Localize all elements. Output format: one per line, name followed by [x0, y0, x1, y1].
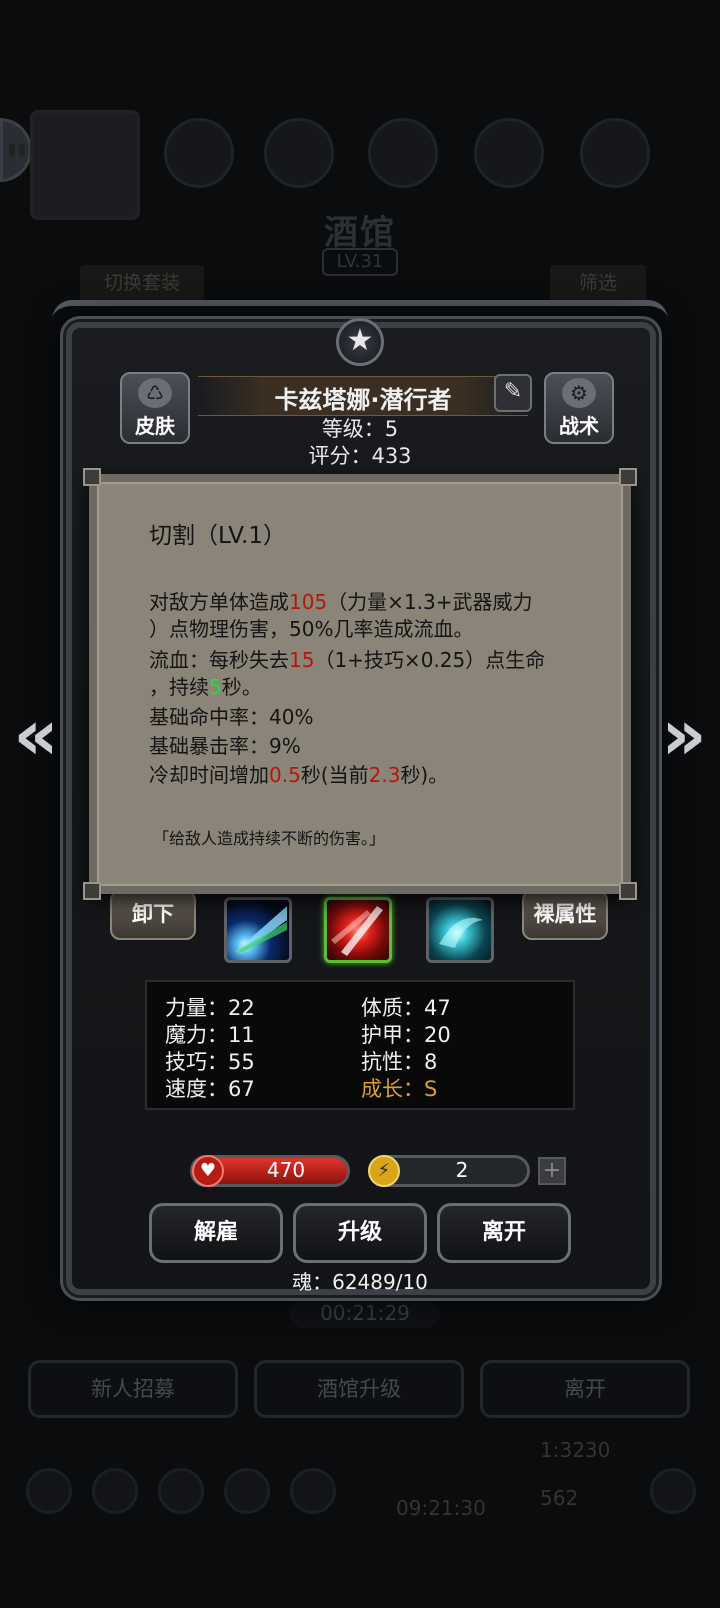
tooltip-corner — [619, 882, 637, 900]
skill-desc-line: ）点物理伤害，50%几率造成流血。 — [149, 617, 474, 641]
tavern-title: 酒馆 — [324, 213, 396, 253]
hero-level: 等级：5 — [321, 417, 399, 441]
shirt-icon: ♺ — [138, 378, 172, 408]
tavern-timer: 00:21:29 — [290, 1298, 440, 1328]
tactics-button-label: 战术 — [559, 414, 599, 438]
stat-magic: 魔力：11 — [165, 1023, 255, 1047]
leave-button[interactable]: 离开 — [437, 1203, 571, 1263]
gear-icon: ⚙ — [562, 378, 596, 408]
bg-equip-icon[interactable] — [368, 118, 438, 188]
skill-desc-line: 对敌方单体造成105（力量×1.3+武器威力 — [149, 590, 533, 614]
hero-portrait-bg[interactable] — [30, 110, 140, 220]
light-beam-skill-icon[interactable] — [224, 897, 292, 963]
energy-value: 2 — [455, 1158, 469, 1182]
dock-clock: 09:21:30 — [396, 1496, 486, 1520]
tooltip-corner — [83, 882, 101, 900]
soul-count: 魂：62489/10 — [292, 1270, 428, 1294]
skill-title: 切割（LV.1） — [149, 523, 287, 549]
upgrade-button[interactable]: 升级 — [293, 1203, 427, 1263]
skill-hit-rate: 基础命中率：40% — [149, 705, 314, 729]
cyan-swirl-skill-icon[interactable] — [426, 897, 494, 963]
heart-icon: ♥ — [192, 1155, 224, 1187]
dock-resource-a: 1:3230 — [540, 1438, 611, 1462]
skill-flavor-text: 「给敌人造成持续不断的伤害。」 — [153, 829, 386, 848]
recruit-button[interactable]: 新人招募 — [28, 1360, 238, 1418]
skill-desc-line: ，持续5秒。 — [149, 675, 262, 699]
stat-armor: 护甲：20 — [361, 1023, 451, 1047]
tactics-button[interactable]: ⚙ 战术 — [544, 372, 614, 444]
tooltip-corner — [83, 468, 101, 486]
top-icon-row — [30, 110, 690, 220]
lightning-icon: ⚡ — [368, 1155, 400, 1187]
dock-icon[interactable] — [26, 1468, 72, 1514]
skill-desc-line: 流血：每秒失去15（1+技巧×0.25）点生命 — [149, 648, 546, 672]
switch-outfit-button[interactable]: 切换套装 — [80, 265, 204, 301]
dock-plus-icon[interactable] — [650, 1468, 696, 1514]
bg-equip-icon[interactable] — [580, 118, 650, 188]
dismiss-button[interactable]: 解雇 — [149, 1203, 283, 1263]
bg-equip-icon[interactable] — [264, 118, 334, 188]
stat-strength: 力量：22 — [165, 996, 255, 1020]
stat-growth: 成长：S — [361, 1077, 438, 1101]
skill-crit-rate: 基础暴击率：9% — [149, 734, 301, 758]
skin-button[interactable]: ♺ 皮肤 — [120, 372, 190, 444]
stat-speed: 速度：67 — [165, 1077, 255, 1101]
leave-tavern-button[interactable]: 离开 — [480, 1360, 690, 1418]
stat-skill: 技巧：55 — [165, 1050, 255, 1074]
chat-bubble-button[interactable] — [0, 118, 32, 182]
skin-button-label: 皮肤 — [135, 414, 175, 438]
red-slash-skill-icon[interactable] — [324, 897, 392, 963]
next-hero-arrow-icon[interactable]: » — [656, 700, 712, 774]
hero-score: 评分：433 — [308, 444, 412, 468]
dock-icon[interactable] — [290, 1468, 336, 1514]
filter-button[interactable]: 筛选 — [550, 265, 646, 301]
bg-equip-icon[interactable] — [474, 118, 544, 188]
dock-icon[interactable] — [158, 1468, 204, 1514]
tavern-level: LV.31 — [322, 248, 398, 276]
stat-constitution: 体质：47 — [361, 996, 451, 1020]
dock-icon[interactable] — [224, 1468, 270, 1514]
bg-equip-icon[interactable] — [164, 118, 234, 188]
tooltip-corner — [619, 468, 637, 486]
hp-value: 470 — [266, 1158, 306, 1182]
skill-tooltip: 切割（LV.1） 对敌方单体造成105（力量×1.3+武器威力 ）点物理伤害，5… — [83, 468, 637, 900]
hero-name: 卡兹塔娜·潜行者 — [274, 386, 452, 414]
star-icon: ★ — [336, 318, 384, 366]
unequip-button[interactable]: 卸下 — [110, 890, 196, 940]
tavern-upgrade-button[interactable]: 酒馆升级 — [254, 1360, 464, 1418]
previous-hero-arrow-icon[interactable]: « — [8, 700, 64, 774]
skill-cooldown: 冷却时间增加0.5秒(当前2.3秒)。 — [149, 763, 449, 787]
add-energy-button[interactable]: + — [538, 1157, 566, 1185]
dock-resource-b: 562 — [540, 1486, 579, 1510]
stat-resistance: 抗性：8 — [361, 1050, 438, 1074]
stats-panel: 力量：22 魔力：11 技巧：55 速度：67 体质：47 护甲：20 抗性：8… — [145, 980, 575, 1110]
edit-name-icon[interactable]: ✎ — [494, 374, 532, 412]
dock-icon[interactable] — [92, 1468, 138, 1514]
base-attributes-button[interactable]: 裸属性 — [522, 890, 608, 940]
